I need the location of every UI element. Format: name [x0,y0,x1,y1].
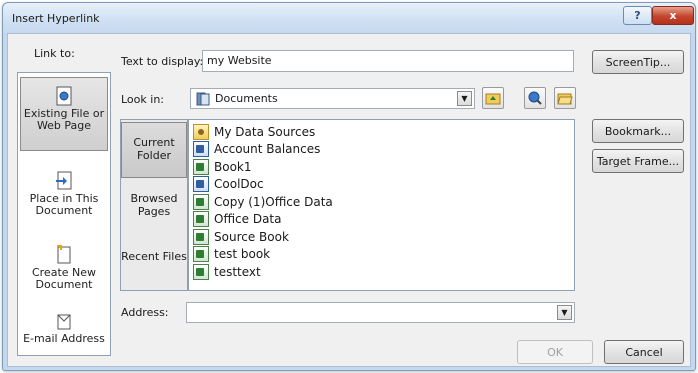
place-browsed-pages[interactable]: Browsed Pages [121,192,187,228]
look-in-dropdown[interactable]: Documents ▼ [190,88,475,109]
link-to-label: Link to: [34,47,75,60]
file-name: Copy (1)Office Data [214,194,333,209]
up-one-folder-button[interactable] [482,87,504,109]
file-name: Book1 [214,159,252,174]
look-in-value: Documents [215,92,278,105]
folder-open-icon [557,93,573,105]
link-option-label: Existing File or Web Page [23,107,105,132]
place-recent-files[interactable]: Recent Files [121,250,187,286]
database-icon [193,141,209,157]
help-icon: ? [634,9,641,22]
help-button[interactable]: ? [623,6,652,25]
folder-up-icon [485,93,501,105]
email-icon [57,314,71,330]
close-icon: x [669,9,677,22]
browse-web-button[interactable] [524,87,546,109]
link-option-label: Create New Document [31,266,97,291]
link-option-label: Place in This Document [29,192,99,217]
dialog-body: Link to: Existing File or Web Page Place… [7,33,691,367]
link-to-panel: Existing File or Web Page Place in This … [17,72,111,356]
insert-hyperlink-dialog: Insert Hyperlink ? x Link to: Existing F… [2,2,696,371]
file-name: CoolDoc [214,177,264,191]
ok-button[interactable]: OK [517,340,593,364]
file-name: Source Book [214,229,289,244]
list-item[interactable]: testtext [193,263,261,280]
folder-icon [193,123,209,140]
list-item[interactable]: CoolDoc [193,176,264,193]
target-frame-button[interactable]: Target Frame... [592,149,684,173]
spreadsheet-icon [193,263,209,280]
cancel-button[interactable]: Cancel [604,340,684,364]
spreadsheet-icon [193,228,209,245]
new-document-icon [57,245,71,264]
address-label: Address: [121,306,169,319]
link-place-in-this-document[interactable]: Place in This Document [20,171,108,227]
file-name: testtext [214,264,261,279]
file-list: My Data Sources Account Balances Book1 C… [188,119,575,291]
list-item[interactable]: Book1 [193,158,252,175]
look-in-label: Look in: [121,93,164,106]
link-option-label: E-mail Address [23,332,105,345]
link-email-address[interactable]: E-mail Address [20,311,108,355]
file-name: Account Balances [214,142,321,156]
address-input[interactable]: ▼ [186,302,575,323]
screentip-button[interactable]: ScreenTip... [592,50,684,74]
dialog-title: Insert Hyperlink [12,12,100,25]
place-current-folder[interactable]: Current Folder [121,122,187,178]
file-name: My Data Sources [214,124,316,139]
close-button[interactable]: x [652,6,694,25]
document-place-icon [56,171,72,190]
places-bar: Current Folder Browsed Pages Recent File… [120,119,188,291]
list-item[interactable]: test book [193,246,270,263]
spreadsheet-icon [193,246,209,262]
list-item[interactable]: Source Book [193,228,289,245]
text-to-display-label: Text to display: [121,55,204,68]
list-item[interactable]: Office Data [193,211,282,228]
browse-file-button[interactable] [554,87,576,109]
bookmark-button[interactable]: Bookmark... [592,119,684,143]
title-bar[interactable]: Insert Hyperlink ? x [3,3,695,33]
spreadsheet-icon [193,158,209,175]
spreadsheet-icon [193,193,209,210]
documents-folder-icon [196,92,210,106]
file-name: test book [214,247,271,261]
list-item[interactable]: Account Balances [193,141,320,158]
word-document-icon [193,176,209,192]
globe-page-icon [56,86,72,106]
link-create-new-document[interactable]: Create New Document [20,245,108,301]
spreadsheet-icon [193,211,209,227]
text-to-display-input[interactable]: my Website [202,50,574,72]
link-existing-file-or-web-page[interactable]: Existing File or Web Page [20,77,108,151]
chevron-down-icon[interactable]: ▼ [557,305,572,320]
file-name: Office Data [214,212,282,226]
globe-search-icon [528,91,542,105]
list-item[interactable]: My Data Sources [193,123,315,140]
list-item[interactable]: Copy (1)Office Data [193,193,333,210]
chevron-down-icon[interactable]: ▼ [457,91,472,106]
